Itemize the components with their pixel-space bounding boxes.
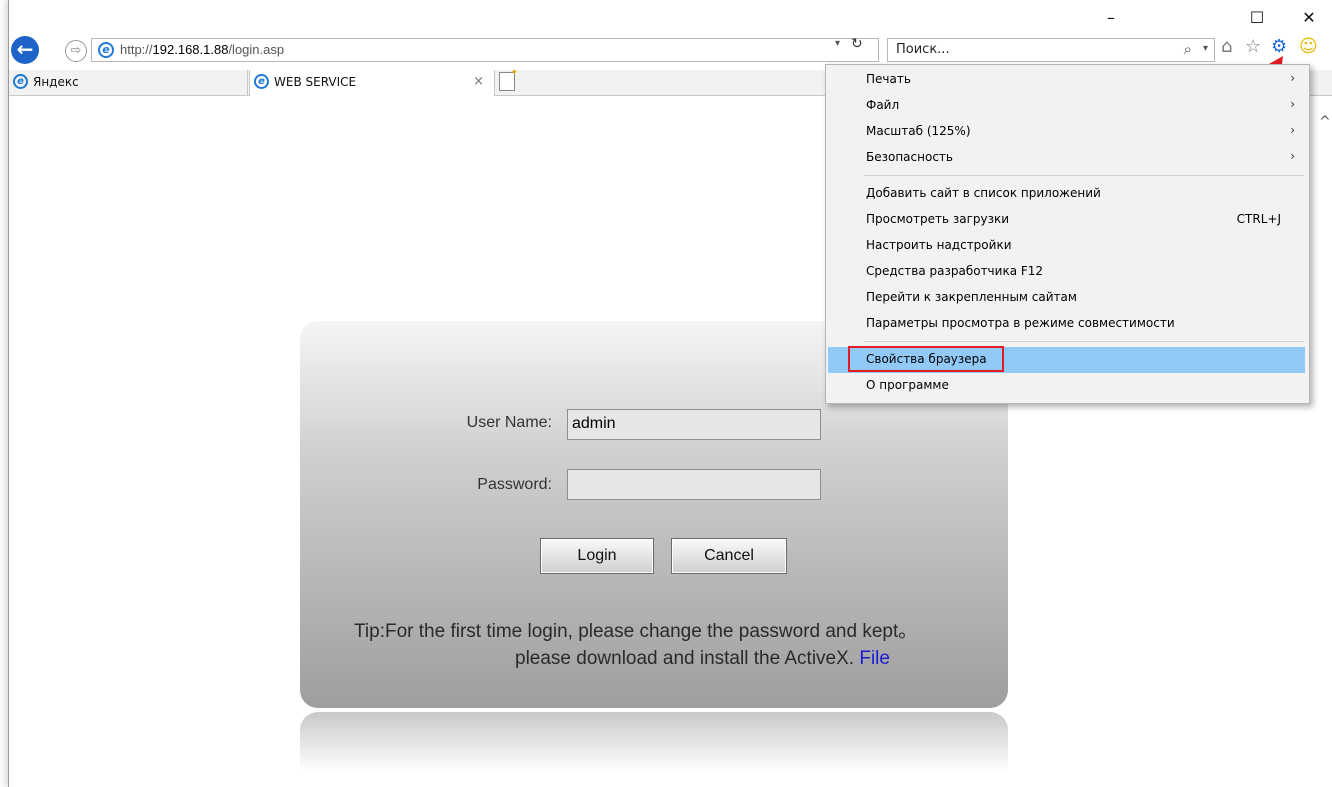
menu-separator (864, 341, 1304, 342)
menu-item-security[interactable]: Безопасность › (828, 145, 1305, 171)
chevron-right-icon: › (1290, 149, 1295, 163)
home-icon[interactable]: ⌂ (1221, 36, 1232, 58)
activex-file-link[interactable]: File (859, 648, 890, 669)
chevron-down-icon[interactable]: ▾ (1203, 43, 1208, 54)
menu-item-pinned-sites[interactable]: Перейти к закрепленным сайтам (828, 285, 1305, 311)
username-label: User Name: (466, 414, 552, 431)
menu-item-label: Параметры просмотра в режиме совместимос… (866, 316, 1175, 330)
close-tab-icon[interactable]: × (473, 74, 484, 89)
menu-item-shortcut: CTRL+J (1236, 212, 1281, 226)
menu-item-manage-addons[interactable]: Настроить надстройки (828, 233, 1305, 259)
menu-item-label: Настроить надстройки (866, 238, 1012, 252)
menu-item-label: Перейти к закрепленным сайтам (866, 290, 1077, 304)
tip-line-2: please download and install the ActiveX.… (515, 648, 890, 670)
menu-item-compatibility-view[interactable]: Параметры просмотра в режиме совместимос… (828, 311, 1305, 337)
tip-line-1: Tip:For the first time login, please cha… (354, 621, 918, 642)
tip-line-2-text: please download and install the ActiveX. (515, 648, 860, 669)
menu-item-label: Масштаб (125%) (866, 124, 971, 138)
tab-web-service[interactable]: e WEB SERVICE × (249, 70, 495, 96)
maximize-button[interactable]: ☐ (1237, 4, 1277, 32)
back-arrow-icon[interactable]: ← (11, 36, 39, 64)
username-field[interactable]: admin (567, 409, 821, 440)
tab-label: Яндекс (33, 75, 79, 89)
chevron-right-icon: › (1290, 97, 1295, 111)
tab-yandex[interactable]: e Яндекс (9, 70, 248, 95)
password-label: Password: (477, 476, 552, 493)
refresh-icon[interactable]: ↻ (851, 36, 863, 52)
smiley-feedback-icon[interactable]: ☺ (1299, 36, 1318, 58)
search-input[interactable]: Поиск... (896, 42, 950, 57)
menu-item-label: Добавить сайт в список приложений (866, 186, 1101, 200)
password-field[interactable] (567, 469, 821, 500)
menu-item-label: О программе (866, 378, 949, 392)
menu-separator (864, 175, 1304, 176)
minimize-button[interactable]: – (1091, 4, 1131, 32)
address-bar[interactable]: e http://192.168.1.88/login.asp (91, 38, 879, 62)
cancel-button[interactable]: Cancel (671, 538, 787, 574)
menu-item-view-downloads[interactable]: Просмотреть загрузки CTRL+J (828, 207, 1305, 233)
scroll-up-arrow-icon[interactable]: ^ (1319, 114, 1331, 130)
address-url[interactable]: http://192.168.1.88/login.asp (120, 42, 284, 57)
search-box[interactable]: Поиск... ⌕ ▾ (887, 38, 1215, 62)
ie-site-icon: e (98, 42, 114, 58)
forward-arrow-icon[interactable]: ⇨ (65, 40, 87, 62)
menu-item-label: Просмотреть загрузки (866, 212, 1010, 226)
menu-item-file[interactable]: Файл › (828, 93, 1305, 119)
chevron-right-icon: › (1290, 123, 1295, 137)
login-button[interactable]: Login (540, 538, 654, 574)
menu-item-label: Файл (866, 98, 900, 112)
menu-item-print[interactable]: Печать › (828, 67, 1305, 93)
menu-item-label: Средства разработчика F12 (866, 264, 1044, 278)
login-panel-reflection (300, 712, 1008, 787)
menu-item-add-site-to-apps[interactable]: Добавить сайт в список приложений (828, 181, 1305, 207)
close-window-button[interactable]: ✕ (1289, 4, 1329, 32)
new-tab-icon: ✦ (510, 68, 518, 78)
menu-item-label: Печать (866, 72, 911, 86)
menu-item-zoom[interactable]: Масштаб (125%) › (828, 119, 1305, 145)
navigation-bar: ← ⇨ e http://192.168.1.88/login.asp Поис… (9, 34, 1332, 64)
chevron-right-icon: › (1290, 71, 1295, 85)
ie-tab-icon: e (254, 74, 269, 89)
search-icon[interactable]: ⌕ (1184, 40, 1192, 58)
address-dropdown-icon[interactable]: ▾ (835, 38, 840, 49)
menu-item-developer-tools[interactable]: Средства разработчика F12 (828, 259, 1305, 285)
tab-label: WEB SERVICE (274, 75, 357, 89)
new-tab-button[interactable]: ✦ (499, 68, 518, 91)
menu-item-about[interactable]: О программе (828, 373, 1305, 399)
ie-tab-icon: e (13, 74, 28, 89)
annotation-highlight-box (848, 346, 1004, 372)
menu-item-label: Безопасность (866, 150, 953, 164)
